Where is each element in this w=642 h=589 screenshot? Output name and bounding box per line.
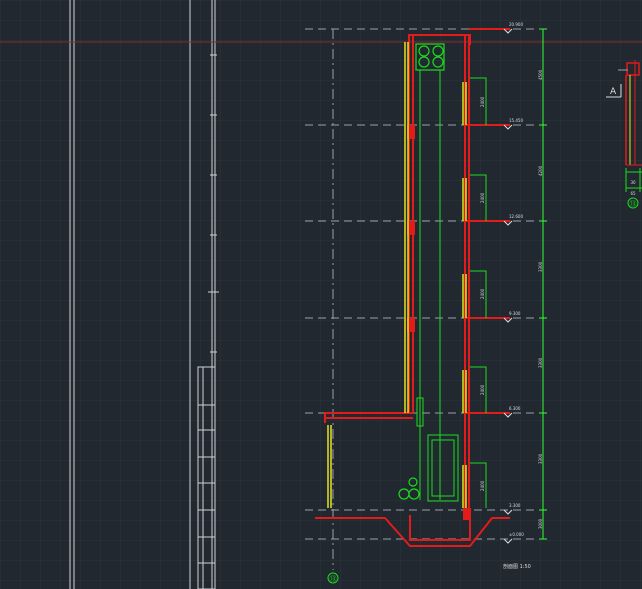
drawing-title: 剖面图 1:50 xyxy=(503,563,531,570)
story-dim-3: 3300 xyxy=(538,261,543,272)
door-dim-3: 2400 xyxy=(480,288,485,299)
level-label-7: ±0.000 xyxy=(509,532,524,537)
grid-background xyxy=(0,0,642,589)
axis-bubble-label: ⑬ xyxy=(330,575,337,583)
side-dim-label: 30 xyxy=(630,180,636,185)
cad-drawing-canvas[interactable]: 20.900 15.450 12.600 9.300 6.300 3.300 ±… xyxy=(0,0,642,589)
door-dim-2: 2400 xyxy=(480,192,485,203)
level-label-6: 3.300 xyxy=(509,503,521,508)
level-label-5: 6.300 xyxy=(509,406,521,411)
level-label-4: 9.300 xyxy=(509,311,521,316)
story-dim-5: 3300 xyxy=(538,453,543,464)
level-label-3: 12.600 xyxy=(509,214,523,219)
side-dim-label-2: 65 xyxy=(630,191,636,196)
story-dim-4: 3300 xyxy=(538,357,543,368)
level-label-1: 20.900 xyxy=(509,22,523,27)
door-dim-4: 2400 xyxy=(480,384,485,395)
door-dim-1: 2400 xyxy=(480,96,485,107)
story-dim-1: 4500 xyxy=(538,69,543,80)
level-label-2: 15.450 xyxy=(509,118,523,123)
story-dim-2: 4200 xyxy=(538,165,543,176)
door-dim-5: 2400 xyxy=(480,480,485,491)
side-axis-label: ⑬ xyxy=(630,200,637,208)
section-marker-label: A xyxy=(610,87,617,97)
story-dim-6: 3000 xyxy=(538,518,543,529)
